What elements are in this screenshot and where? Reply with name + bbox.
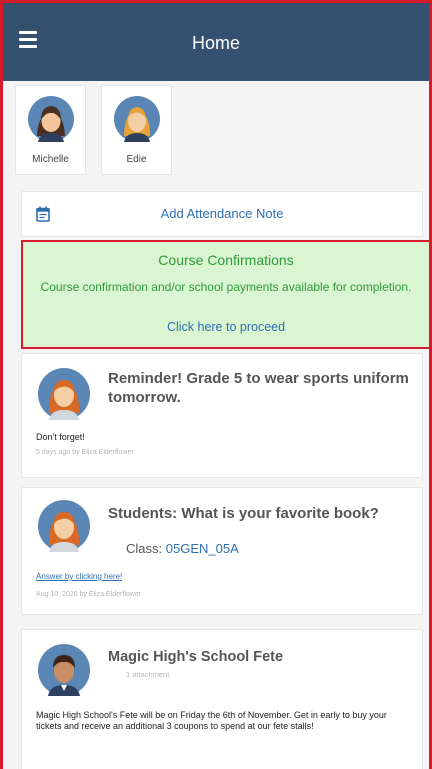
post-body: Don't forget! [36,432,85,442]
student-avatar [28,96,74,142]
app-frame: Home Michelle Edie Add Attendance Note C… [0,0,432,769]
student-name: Edie [126,154,147,165]
news-post[interactable]: Reminder! Grade 5 to wear sports uniform… [21,353,423,478]
teacher-avatar [38,500,90,552]
answer-link[interactable]: Answer by clicking here! [36,572,122,581]
class-value[interactable]: 05GEN_05A [166,541,239,556]
add-attendance-note-button[interactable]: Add Attendance Note [21,191,423,237]
news-post[interactable]: Magic High's School Fete 1 attachment Ma… [21,629,423,769]
teacher-avatar [38,644,90,696]
student-avatar [114,96,160,142]
course-confirmations-description: Course confirmation and/or school paymen… [40,280,412,294]
course-confirmations-link[interactable]: Click here to proceed [23,320,429,334]
post-class: Class: 05GEN_05A [126,541,239,556]
student-card-michelle[interactable]: Michelle [15,85,86,175]
teacher-avatar [38,368,90,420]
post-meta: Aug 10, 2020 by Eliza Elderflower [36,591,142,598]
class-label: Class: [126,541,163,556]
student-name: Michelle [32,154,69,165]
post-title: Students: What is your favorite book? [108,505,379,522]
post-meta: 5 days ago by Eliza Elderflower [36,449,134,456]
news-post[interactable]: Students: What is your favorite book? Cl… [21,487,423,615]
course-confirmations-title: Course Confirmations [158,252,294,268]
student-card-edie[interactable]: Edie [101,85,172,175]
attachment-count[interactable]: 1 attachment [126,670,169,679]
attendance-label: Add Attendance Note [160,206,284,221]
post-title: Reminder! Grade 5 to wear sports uniform… [108,370,409,406]
course-confirmations-banner: Course Confirmations Course confirmation… [21,240,429,349]
post-body: Magic High School's Fete will be on Frid… [36,710,387,731]
page-title: Home [191,33,240,53]
app-bar: Home [3,3,429,81]
post-title: Magic High's School Fete [108,649,284,665]
